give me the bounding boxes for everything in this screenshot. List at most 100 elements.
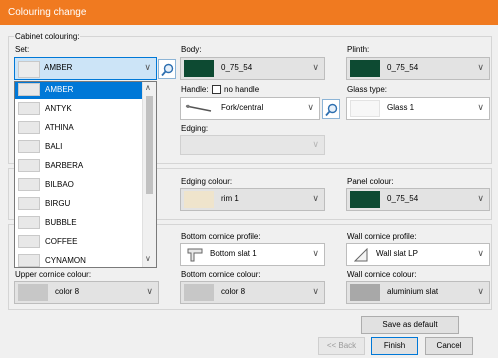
- dropdown-item-label: COFFEE: [45, 237, 78, 246]
- bottom-cornice-profile-value: Bottom slat 1: [210, 249, 257, 258]
- edging-colour-label: Edging colour:: [181, 177, 233, 186]
- plinth-label: Plinth:: [347, 45, 370, 54]
- chevron-down-icon: ∨: [312, 193, 319, 203]
- set-thumbnail: [18, 178, 40, 191]
- wall-cornice-colour-select[interactable]: aluminium slat ∨: [346, 281, 490, 304]
- set-label: Set:: [15, 45, 30, 54]
- cancel-button[interactable]: Cancel: [425, 337, 473, 355]
- set-thumbnail: [18, 235, 40, 248]
- dropdown-item[interactable]: BIRGU: [15, 194, 143, 213]
- set-select[interactable]: AMBER ∨: [14, 57, 157, 80]
- set-search-button[interactable]: [158, 59, 176, 79]
- dropdown-item[interactable]: AMBER: [15, 82, 143, 99]
- set-dropdown-list[interactable]: AMBER ANTYK ATHINA BALI BARBERA BILBAO BIRGU BU…: [14, 81, 157, 268]
- colouring-change-dialog: Colouring change Cabinet colouring: Set:…: [0, 0, 498, 358]
- chevron-down-icon: ∨: [477, 286, 484, 296]
- dropdown-item-label: AMBER: [45, 85, 74, 94]
- bottom-cornice-colour-value: color 8: [221, 287, 246, 296]
- edging-colour-select[interactable]: rim 1 ∨: [180, 188, 325, 211]
- chevron-down-icon: ∨: [477, 248, 484, 258]
- dropdown-scrollbar[interactable]: ∧ ∨: [142, 82, 156, 267]
- dropdown-item[interactable]: CYNAMON: [15, 251, 143, 267]
- dropdown-item[interactable]: BUBBLE: [15, 213, 143, 232]
- bottom-cornice-colour-select[interactable]: color 8 ∨: [180, 281, 325, 304]
- cabinet-colouring-label: Cabinet colouring:: [14, 32, 81, 41]
- upper-cornice-colour-value: color 8: [55, 287, 80, 296]
- set-thumbnail: [18, 121, 40, 134]
- glass-type-label: Glass type:: [347, 85, 388, 94]
- set-thumbnail: [18, 102, 40, 115]
- chevron-down-icon: ∨: [312, 62, 319, 72]
- plinth-select[interactable]: 0_75_54 ∨: [346, 57, 490, 80]
- panel-colour-select[interactable]: 0_75_54 ∨: [346, 188, 490, 211]
- dropdown-item[interactable]: BALI: [15, 137, 143, 156]
- plinth-swatch: [350, 60, 380, 77]
- window-title: Colouring change: [0, 0, 498, 25]
- panel-colour-swatch: [350, 191, 380, 208]
- bottom-cornice-profile-select[interactable]: Bottom slat 1 ∨: [180, 243, 325, 266]
- set-thumbnail: [18, 83, 40, 96]
- wall-cornice-colour-label: Wall cornice colour:: [347, 270, 417, 279]
- wall-cornice-profile-value: Wall slat LP: [376, 249, 418, 258]
- save-as-default-button[interactable]: Save as default: [361, 316, 459, 334]
- bottom-cornice-profile-label: Bottom cornice profile:: [181, 232, 261, 241]
- wall-cornice-colour-value: aluminium slat: [387, 287, 439, 296]
- body-value: 0_75_54: [221, 63, 253, 72]
- glass-swatch: [350, 100, 380, 117]
- set-thumbnail: [18, 216, 40, 229]
- wall-slat-icon: [354, 248, 368, 262]
- handle-label: Handle:: [181, 85, 209, 94]
- set-thumbnail: [18, 159, 40, 172]
- set-thumbnail: [18, 140, 40, 153]
- dropdown-item-label: BUBBLE: [45, 218, 77, 227]
- no-handle-label: no handle: [224, 85, 260, 94]
- panel-colour-value: 0_75_54: [387, 194, 419, 203]
- dropdown-item-label: CYNAMON: [45, 256, 86, 265]
- dropdown-item[interactable]: COFFEE: [15, 232, 143, 251]
- body-label: Body:: [181, 45, 202, 54]
- chevron-down-icon: ∨: [477, 193, 484, 203]
- wall-cornice-swatch: [350, 284, 380, 301]
- no-handle-checkbox[interactable]: [212, 85, 221, 94]
- chevron-down-icon: ∨: [312, 248, 319, 258]
- set-value: AMBER: [44, 63, 73, 72]
- dropdown-item[interactable]: BILBAO: [15, 175, 143, 194]
- dropdown-item[interactable]: BARBERA: [15, 156, 143, 175]
- glass-type-select[interactable]: Glass 1 ∨: [346, 97, 490, 120]
- body-swatch: [184, 60, 214, 77]
- bottom-cornice-colour-label: Bottom cornice colour:: [181, 270, 261, 279]
- chevron-down-icon: ∨: [312, 139, 319, 149]
- upper-cornice-colour-select[interactable]: color 8 ∨: [14, 281, 159, 304]
- scroll-up-icon[interactable]: ∧: [145, 83, 151, 92]
- search-icon: [161, 63, 174, 77]
- dropdown-item-label: ANTYK: [45, 104, 72, 113]
- handle-search-button[interactable]: [322, 99, 340, 119]
- upper-cornice-colour-label: Upper cornice colour:: [15, 270, 92, 279]
- dropdown-item[interactable]: ATHINA: [15, 118, 143, 137]
- dropdown-item-label: BIRGU: [45, 199, 71, 208]
- scrollbar-thumb[interactable]: [146, 96, 153, 194]
- edging-colour-swatch: [184, 191, 214, 208]
- back-button[interactable]: << Back: [318, 337, 365, 355]
- glass-value: Glass 1: [387, 103, 415, 112]
- set-thumbnail: [18, 197, 40, 210]
- upper-cornice-swatch: [18, 284, 48, 301]
- edging-select[interactable]: ∨: [180, 135, 325, 155]
- wall-cornice-profile-select[interactable]: Wall slat LP ∨: [346, 243, 490, 266]
- edging-label: Edging:: [181, 124, 209, 133]
- chevron-down-icon: ∨: [144, 62, 151, 72]
- handle-select[interactable]: Fork/central ∨: [180, 97, 320, 120]
- chevron-down-icon: ∨: [477, 102, 484, 112]
- dropdown-item-label: BILBAO: [45, 180, 74, 189]
- dropdown-item[interactable]: ANTYK: [15, 99, 143, 118]
- chevron-down-icon: ∨: [312, 286, 319, 296]
- handle-value: Fork/central: [221, 103, 264, 112]
- panel-colour-label: Panel colour:: [347, 177, 394, 186]
- handle-icon: [185, 104, 212, 112]
- chevron-down-icon: ∨: [146, 286, 153, 296]
- scroll-down-icon[interactable]: ∨: [145, 254, 151, 263]
- body-select[interactable]: 0_75_54 ∨: [180, 57, 325, 80]
- bottom-slat-icon: [187, 248, 203, 262]
- plinth-value: 0_75_54: [387, 63, 419, 72]
- finish-button[interactable]: Finish: [371, 337, 418, 355]
